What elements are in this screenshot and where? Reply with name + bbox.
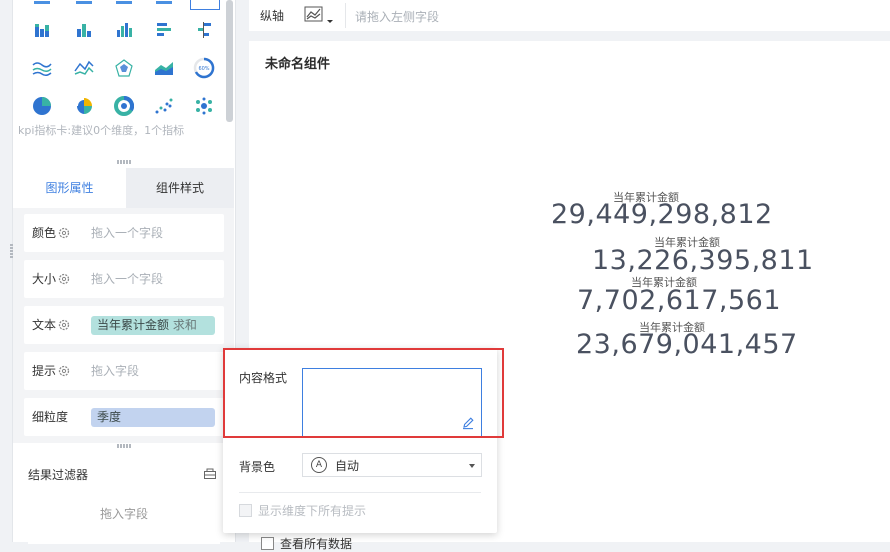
kpi-value: 13,226,395,811 [592, 245, 814, 276]
bubble-chart-icon[interactable] [190, 92, 218, 120]
line-chart-icon[interactable] [70, 54, 98, 82]
area-chart-icon[interactable] [150, 54, 178, 82]
attr-row-granularity: 细粒度 季度 [24, 398, 224, 436]
attr-row-size: 大小 拖入一个字段 [24, 260, 224, 298]
kpi-value: 7,702,617,561 [577, 285, 782, 316]
content-format-label: 内容格式 [239, 371, 288, 385]
view-all-label: 查看所有数据 [280, 537, 353, 551]
y-axis-field-input[interactable] [353, 0, 877, 33]
kpi-value: 23,679,041,457 [576, 329, 798, 360]
chart-grid-scrollbar[interactable] [226, 0, 233, 122]
attribute-tabs: 图形属性 组件样式 [13, 168, 234, 208]
popup-divider [239, 492, 481, 493]
checkbox-box[interactable] [239, 504, 252, 517]
chart-type-kpi-selected[interactable] [190, 0, 220, 10]
horizontal-bar-chart-icon[interactable] [150, 16, 178, 44]
chart-type-row0-1[interactable] [28, 0, 56, 12]
toolbar-divider [345, 3, 346, 28]
show-all-tips-checkbox[interactable]: 显示维度下所有提示 [239, 502, 366, 519]
chart-type-row0-2[interactable] [70, 0, 98, 12]
gear-icon[interactable] [58, 227, 70, 239]
content-format-input[interactable] [302, 368, 482, 438]
result-filter-title: 结果过滤器 [28, 468, 89, 482]
kpi-hint-text: kpi指标卡:建议0个维度，1个指标 [18, 124, 185, 137]
pie-chart-icon[interactable] [28, 92, 56, 120]
tab-shape-properties[interactable]: 图形属性 [13, 168, 126, 208]
attr-label-tooltip: 提示 [32, 364, 57, 378]
rose-pie-chart-icon[interactable] [70, 92, 98, 120]
chart-type-grid: 60% [12, 0, 222, 122]
kpi-value: 29,449,298,812 [551, 199, 773, 230]
stacked-bar-chart-icon[interactable] [28, 16, 56, 44]
attr-label-granularity: 细粒度 [32, 410, 69, 424]
gear-icon[interactable] [58, 273, 70, 285]
background-color-select[interactable]: A 自动 [302, 453, 482, 477]
donut-chart-icon[interactable] [110, 92, 138, 120]
text-format-popup: 内容格式 背景色 A 自动 显示维度下所有提示 [223, 348, 497, 533]
attr-row-color: 颜色 拖入一个字段 [24, 214, 224, 252]
chevron-down-icon [469, 464, 475, 468]
bar-chart-icon[interactable] [70, 16, 98, 44]
panel-resize-handle[interactable] [117, 160, 131, 164]
background-color-label: 背景色 [239, 460, 276, 474]
line-chart-icon [304, 6, 333, 23]
filter-drop-hint: 拖入字段 [99, 507, 148, 521]
attr-label-size: 大小 [32, 272, 57, 286]
attr-dropzone-tooltip[interactable]: 拖入字段 [91, 352, 139, 390]
attr-row-text: 文本 当年累计金额 求和 [24, 306, 224, 344]
attr-label-color: 颜色 [32, 226, 57, 240]
multi-line-chart-icon[interactable] [28, 54, 56, 82]
attr-label-text: 文本 [32, 318, 57, 332]
chart-type-row0-3[interactable] [110, 0, 138, 12]
attr-dropzone-color[interactable]: 拖入一个字段 [91, 214, 163, 252]
grouped-bar-chart-icon[interactable] [110, 16, 138, 44]
attr-dropzone-size[interactable]: 拖入一个字段 [91, 260, 163, 298]
diverging-bar-chart-icon[interactable] [190, 16, 218, 44]
text-field-aggregation: 求和 [172, 318, 197, 332]
background-color-value: 自动 [335, 459, 360, 473]
edit-pencil-icon[interactable] [461, 416, 475, 430]
show-all-tips-label: 显示维度下所有提示 [258, 504, 367, 518]
text-field-pill[interactable]: 当年累计金额 求和 [91, 316, 215, 335]
y-axis-label: 纵轴 [260, 9, 285, 23]
attribute-list: 颜色 拖入一个字段 大小 拖入一个字段 文本 当年累计金额 求和 提示 拖入字段… [13, 208, 234, 443]
gear-icon[interactable] [58, 319, 70, 331]
chart-type-row0-4[interactable] [150, 0, 178, 12]
text-field-name: 当年累计金额 [97, 318, 170, 332]
granularity-field-pill[interactable]: 季度 [91, 408, 215, 427]
view-all-data-checkbox[interactable]: 查看所有数据 [261, 535, 352, 552]
chart-type-dropdown[interactable] [303, 4, 337, 26]
filter-resize-handle[interactable] [117, 444, 131, 448]
filter-settings-icon[interactable] [203, 466, 217, 480]
y-axis-bar: 纵轴 [249, 0, 890, 33]
result-filter-dropzone[interactable]: 拖入字段 [28, 490, 220, 544]
scatter-chart-icon[interactable] [150, 92, 178, 120]
auto-color-icon: A [311, 457, 327, 473]
gauge-chart-icon[interactable]: 60% [190, 54, 218, 82]
gear-icon[interactable] [58, 365, 70, 377]
checkbox-box[interactable] [261, 537, 274, 550]
tab-component-style[interactable]: 组件样式 [126, 168, 234, 208]
widget-title[interactable]: 未命名组件 [265, 53, 330, 72]
radar-chart-icon[interactable] [110, 54, 138, 82]
svg-text:60%: 60% [198, 66, 209, 72]
attr-row-tooltip: 提示 拖入字段 [24, 352, 224, 390]
